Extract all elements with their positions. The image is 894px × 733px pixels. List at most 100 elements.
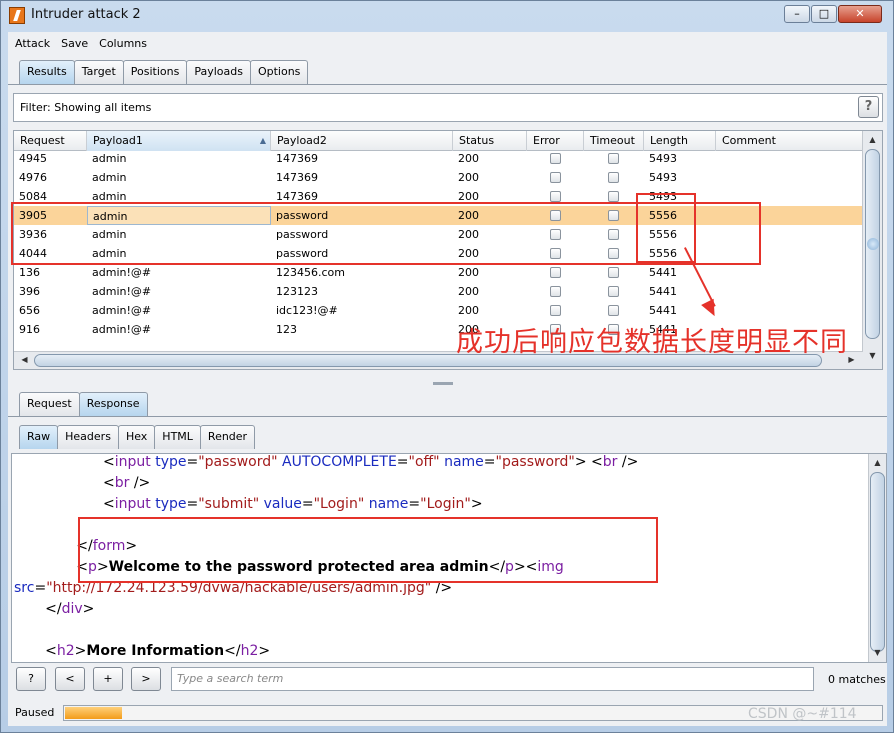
error-checkbox[interactable] <box>550 267 561 278</box>
code-token: = <box>396 454 409 470</box>
scroll-left-icon[interactable]: ◀ <box>17 353 32 367</box>
code-token: type <box>150 454 187 470</box>
cell-length: 5493 <box>649 171 677 184</box>
table-row[interactable]: 4945 admin 147369 200 5493 <box>14 151 863 168</box>
cell-status: 200 <box>458 171 479 184</box>
code-token: More Information <box>86 643 225 659</box>
cell-status: 200 <box>458 266 479 279</box>
col-comment[interactable]: Comment <box>716 131 863 151</box>
tab-request[interactable]: Request <box>19 392 80 416</box>
tab-hex[interactable]: Hex <box>117 425 156 449</box>
timeout-checkbox[interactable] <box>608 305 619 316</box>
error-checkbox[interactable] <box>550 153 561 164</box>
filter-help-button[interactable]: ? <box>858 96 879 118</box>
menu-columns[interactable]: Columns <box>92 32 151 50</box>
menu-attack[interactable]: Attack <box>8 32 54 50</box>
col-payload1-label: Payload1 <box>93 134 143 147</box>
error-checkbox[interactable] <box>550 191 561 202</box>
tab-target[interactable]: Target <box>73 60 124 84</box>
attack-progress-fill <box>65 707 123 719</box>
pane-splitter[interactable] <box>433 382 453 385</box>
col-payload1[interactable]: Payload1 ▲ <box>87 131 271 151</box>
code-token: < <box>14 454 115 470</box>
error-checkbox[interactable] <box>550 305 561 316</box>
timeout-checkbox[interactable] <box>608 172 619 183</box>
tabs-divider <box>8 84 887 85</box>
cell-status: 200 <box>458 304 479 317</box>
search-help-button[interactable]: ? <box>16 667 46 691</box>
tab-payloads[interactable]: Payloads <box>186 60 251 84</box>
cell-payload2: idc123!@# <box>276 304 338 317</box>
search-next-button[interactable]: > <box>131 667 161 691</box>
search-matches: 0 matches <box>828 673 886 686</box>
scroll-down-icon[interactable]: ▼ <box>865 349 880 363</box>
col-status[interactable]: Status <box>453 131 527 151</box>
col-request[interactable]: Request <box>14 131 87 151</box>
scroll-up-icon[interactable]: ▲ <box>865 133 880 147</box>
tab-html[interactable]: HTML <box>154 425 201 449</box>
code-token: input <box>114 496 151 512</box>
col-payload2[interactable]: Payload2 <box>271 131 453 151</box>
editor-vertical-scrollbar[interactable]: ▲ ▼ <box>868 454 886 662</box>
table-vertical-scrollbar[interactable]: ▲ ▼ <box>862 131 882 369</box>
main-tabs: Results Target Positions Payloads Options <box>19 60 309 84</box>
code-token: type <box>150 496 187 512</box>
table-row[interactable]: 136 admin!@# 123456.com 200 5441 <box>14 263 863 282</box>
code-line: <h2>More Information</h2> <box>14 643 270 662</box>
minimize-button[interactable]: – <box>784 5 810 23</box>
table-row[interactable]: 4976 admin 147369 200 5493 <box>14 168 863 187</box>
tab-options[interactable]: Options <box>249 60 309 84</box>
editor-scroll-up-icon[interactable]: ▲ <box>870 456 885 470</box>
table-row[interactable]: 656 admin!@# idc123!@# 200 5441 <box>14 301 863 320</box>
code-token: src <box>14 580 35 596</box>
view-tabs: Raw Headers Hex HTML Render <box>19 425 256 449</box>
cell-payload1: admin!@# <box>92 285 152 298</box>
code-token: name <box>439 454 484 470</box>
search-input[interactable]: Type a search term <box>171 667 814 691</box>
cell-payload1: admin!@# <box>92 323 152 336</box>
filter-bar[interactable]: Filter: Showing all items ? <box>13 93 883 122</box>
cell-request: 4945 <box>19 152 47 165</box>
col-error[interactable]: Error <box>527 131 584 151</box>
scroll-thumb[interactable] <box>865 149 880 339</box>
error-checkbox[interactable] <box>550 286 561 297</box>
timeout-checkbox[interactable] <box>608 267 619 278</box>
code-token: h2 <box>240 643 259 659</box>
tab-render[interactable]: Render <box>199 425 256 449</box>
code-token: = <box>186 454 199 470</box>
timeout-checkbox[interactable] <box>608 191 619 202</box>
tab-raw[interactable]: Raw <box>19 425 59 449</box>
search-prev-button[interactable]: < <box>55 667 85 691</box>
code-token: > < <box>574 454 603 470</box>
table-row[interactable]: 396 admin!@# 123123 200 5441 <box>14 282 863 301</box>
tab-response[interactable]: Response <box>78 392 148 416</box>
close-button[interactable]: ✕ <box>838 5 882 23</box>
cell-status: 200 <box>458 152 479 165</box>
maximize-button[interactable]: □ <box>811 5 837 23</box>
menu-bar: Attack Save Columns <box>8 32 887 56</box>
cell-request: 656 <box>19 304 40 317</box>
title-bar: Intruder attack 2 – □ ✕ <box>1 1 893 31</box>
cell-payload1: admin!@# <box>92 266 152 279</box>
code-token: > <box>82 601 95 617</box>
error-checkbox[interactable] <box>550 172 561 183</box>
code-line: <br /> <box>14 475 150 496</box>
col-timeout[interactable]: Timeout <box>584 131 644 151</box>
timeout-checkbox[interactable] <box>608 286 619 297</box>
timeout-checkbox[interactable] <box>608 153 619 164</box>
message-tabs-divider <box>8 416 887 417</box>
code-line: src="http://172.24.123.59/dvwa/hackable/… <box>14 580 452 601</box>
cell-status: 200 <box>458 285 479 298</box>
editor-scroll-thumb[interactable] <box>870 472 885 652</box>
message-tabs: Request Response <box>19 392 148 416</box>
search-add-button[interactable]: + <box>93 667 123 691</box>
tab-results[interactable]: Results <box>19 60 75 84</box>
col-length[interactable]: Length <box>644 131 716 151</box>
tab-positions[interactable]: Positions <box>122 60 188 84</box>
editor-scroll-down-icon[interactable]: ▼ <box>870 646 885 660</box>
intruder-window: Intruder attack 2 – □ ✕ Attack Save Column… <box>0 0 894 733</box>
cell-payload2: 147369 <box>276 152 318 165</box>
code-token: "submit" <box>198 496 260 512</box>
menu-save[interactable]: Save <box>54 32 92 50</box>
tab-headers[interactable]: Headers <box>57 425 119 449</box>
